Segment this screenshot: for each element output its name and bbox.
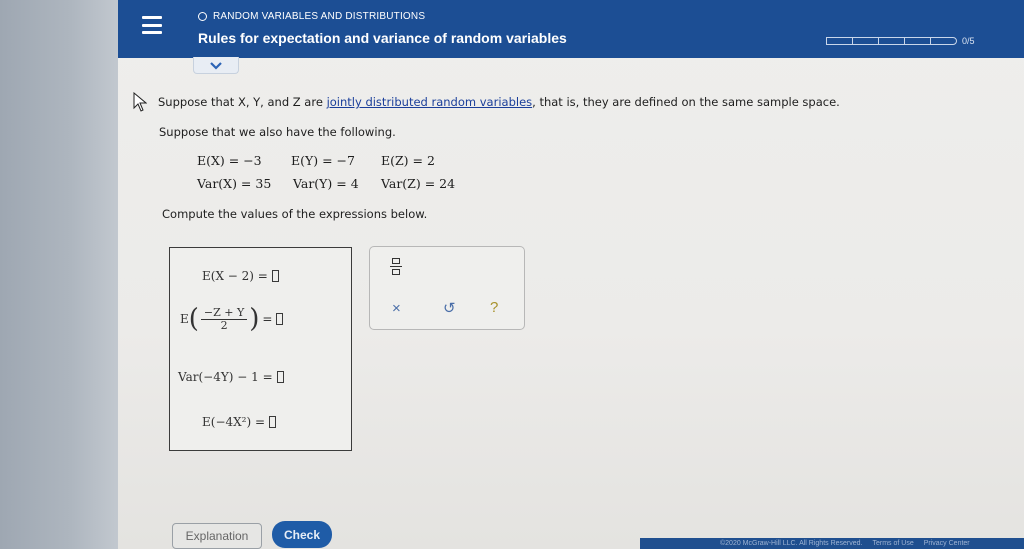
progress-segment (930, 37, 957, 45)
expr-1: E(X − 2) = (202, 269, 279, 283)
also-text: Suppose that we also have the following. (159, 125, 396, 139)
fraction-denominator: 2 (220, 318, 228, 332)
check-button[interactable]: Check (272, 521, 332, 548)
topic-label: RANDOM VARIABLES AND DISTRIBUTIONS (213, 11, 426, 22)
expr-2-equals: = (262, 312, 273, 326)
help-button[interactable]: ? (490, 299, 498, 316)
collapse-toggle-button[interactable] (193, 57, 239, 74)
expr-3: Var(−4Y) − 1 = (178, 370, 284, 384)
progress-bar: 0/5 (826, 36, 975, 46)
left-paren: ( (188, 304, 199, 334)
right-paren: ) (249, 304, 260, 334)
answer-input-1[interactable] (271, 270, 279, 282)
expr-2: E ( −Z + Y 2 ) = (180, 304, 284, 334)
compute-text: Compute the values of the expressions be… (162, 207, 428, 221)
chevron-down-icon (210, 61, 222, 70)
copyright-text: ©2020 McGraw-Hill LLC. All Rights Reserv… (720, 540, 863, 547)
clear-button[interactable]: × (392, 300, 401, 317)
given-ex: E(X) = −3 (197, 153, 262, 168)
expr-1-label: E(X − 2) = (202, 269, 268, 283)
given-ez: E(Z) = 2 (381, 153, 435, 168)
answer-input-4[interactable] (269, 416, 277, 428)
progress-segment (904, 37, 931, 45)
privacy-link[interactable]: Privacy Center (924, 540, 970, 547)
menu-icon[interactable] (142, 16, 162, 34)
given-varz: Var(Z) = 24 (381, 176, 456, 191)
definition-link[interactable]: jointly distributed random variables (327, 95, 533, 109)
header-bar: RANDOM VARIABLES AND DISTRIBUTIONS Rules… (118, 0, 1024, 58)
progress-text: 0/5 (962, 36, 975, 46)
expr-4-label: E(−4X²) = (202, 415, 266, 429)
progress-segment (852, 37, 879, 45)
fraction-numerator: −Z + Y (200, 306, 248, 320)
circle-icon (198, 12, 207, 21)
mouse-cursor-icon (133, 92, 147, 112)
undo-icon[interactable]: ↺ (443, 299, 456, 317)
lesson-title: Rules for expectation and variance of ra… (198, 30, 567, 46)
topic-row: RANDOM VARIABLES AND DISTRIBUTIONS (198, 11, 425, 22)
progress-segment (878, 37, 905, 45)
expr-2-prefix: E (180, 312, 189, 326)
given-ey: E(Y) = −7 (291, 153, 355, 168)
expr-4: E(−4X²) = (202, 415, 277, 429)
question-intro: Suppose that X, Y, and Z are jointly dis… (158, 95, 840, 109)
answer-input-3[interactable] (276, 371, 284, 383)
progress-segment (826, 37, 853, 45)
terms-link[interactable]: Terms of Use (873, 540, 914, 547)
fraction: −Z + Y 2 (200, 306, 248, 332)
footer-bar: ©2020 McGraw-Hill LLC. All Rights Reserv… (640, 538, 1024, 549)
fraction-icon[interactable] (390, 258, 402, 275)
explanation-button[interactable]: Explanation (172, 523, 262, 549)
expr-3-label: Var(−4Y) − 1 = (178, 370, 273, 384)
answer-box: E(X − 2) = E ( −Z + Y 2 ) = Var(−4Y) − 1… (169, 247, 352, 451)
intro-text: Suppose that X, Y, and Z are (158, 95, 327, 109)
given-vary: Var(Y) = 4 (293, 176, 359, 191)
answer-input-2[interactable] (276, 313, 284, 325)
left-margin (0, 0, 118, 549)
given-varx: Var(X) = 35 (197, 176, 272, 191)
intro-text-end: , that is, they are defined on the same … (532, 95, 840, 109)
math-toolbox: × ↺ ? (369, 246, 525, 330)
